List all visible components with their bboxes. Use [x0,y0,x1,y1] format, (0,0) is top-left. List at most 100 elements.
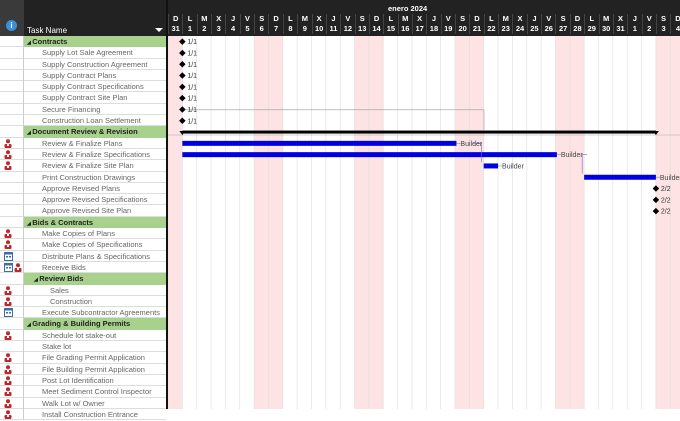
task-row[interactable]: Secure Financing [0,103,166,116]
summary-task-row[interactable]: ◢ Review Bids [0,273,166,285]
task-row[interactable]: Make Copies of Specifications [0,239,166,251]
resource-person-icon[interactable] [4,387,12,397]
task-bar[interactable] [483,163,499,169]
task-row[interactable]: File Grading Permit Application [0,352,166,364]
resource-person-icon[interactable] [4,353,12,363]
task-row[interactable]: Meet Sediment Control Inspector [0,386,166,398]
task-name-cell[interactable]: ◢ Document Review & Revision [24,126,166,138]
calendar-icon[interactable] [4,251,13,261]
task-name-cell[interactable]: ◢ Contracts [24,36,166,48]
task-name-cell[interactable]: Execute Subcontractor Agreements [24,307,166,318]
task-name-cell[interactable]: Install Construction Entrance [24,409,166,420]
summary-bar[interactable] [182,130,656,134]
task-name-cell[interactable]: Stake lot [24,341,166,352]
task-name-column-header[interactable]: Task Name [27,26,67,35]
resource-person-icon[interactable] [4,376,12,385]
task-name-cell[interactable]: Secure Financing [24,104,166,115]
resource-person-icon[interactable] [4,410,12,419]
task-row[interactable]: Supply Contract Site Plan [0,92,166,104]
milestone-date-label[interactable]: 2/2 [661,186,671,193]
task-name-cell[interactable]: ◢ Bids & Contracts [24,216,166,229]
task-name-cell[interactable]: Review & Finalize Site Plan [24,160,166,171]
milestone-date-label[interactable]: 1/1 [187,39,197,46]
task-row[interactable]: Approve Revised Site Plan [0,205,166,217]
task-name-cell[interactable]: Supply Contract Site Plan [24,92,166,103]
task-row[interactable]: Supply Contract Specifications [0,81,166,93]
task-row[interactable]: Construction Loan Settlement [0,115,166,127]
milestone-date-label[interactable]: 1/1 [187,62,197,69]
task-name-cell[interactable]: Schedule lot stake-out [24,330,166,341]
task-bar[interactable] [584,174,656,180]
calendar-icon[interactable] [4,308,13,318]
task-row[interactable]: Sales [0,284,166,296]
milestone-date-label[interactable]: 1/1 [187,73,197,80]
resource-person-icon[interactable] [14,263,22,272]
resource-person-icon[interactable] [4,150,12,159]
info-icon[interactable]: i [6,20,17,31]
task-row[interactable]: Review & Finalize Plans [0,137,166,149]
task-name-cell[interactable]: Make Copies of Plans [24,228,166,239]
task-row[interactable]: Walk Lot w/ Owner [0,397,166,409]
task-name-cell[interactable]: Approve Revised Site Plan [24,205,166,216]
task-row[interactable]: Post Lot Identification [0,374,166,387]
task-row[interactable]: Supply Contract Plans [0,69,166,82]
task-name-cell[interactable]: Supply Construction Agreement [24,59,166,70]
calendar-icon[interactable] [4,262,13,272]
task-row[interactable]: Construction [0,295,166,308]
task-name-cell[interactable]: Make Copies of Specifications [24,239,166,250]
task-row[interactable]: Approve Revised Specifications [0,194,166,206]
resource-person-icon[interactable] [4,161,12,171]
task-name-cell[interactable]: Walk Lot w/ Owner [24,398,166,409]
task-row[interactable]: Supply Construction Agreement [0,58,166,70]
task-name-cell[interactable]: Construction Loan Settlement [24,115,166,126]
task-name-cell[interactable]: Receive Bids [24,262,166,273]
resource-person-icon[interactable] [4,398,12,408]
task-name-cell[interactable]: Print Construction Drawings [24,172,166,183]
task-name-cell[interactable]: Approve Revised Plans [24,183,166,194]
task-name-cell[interactable]: Supply Lot Sale Agreement [24,47,166,58]
task-name-cell[interactable]: Review & Finalize Plans [24,138,166,149]
milestone-date-label[interactable]: 1/1 [187,50,197,57]
task-name-cell[interactable]: ◢ Review Bids [24,273,166,285]
task-row[interactable]: Review & Finalize Site Plan [0,160,166,172]
resource-person-icon[interactable] [4,331,12,340]
task-bar[interactable] [182,140,457,146]
task-name-cell[interactable]: Supply Contract Plans [24,70,166,81]
summary-task-row[interactable]: ◢ Grading & Building Permits [0,318,166,330]
resource-person-icon[interactable] [4,229,12,239]
task-bar[interactable] [182,152,557,158]
task-row[interactable]: File Building Permit Application [0,363,166,375]
task-name-cell[interactable]: Meet Sediment Control Inspector [24,386,166,397]
milestone-date-label[interactable]: 1/1 [187,84,197,91]
task-name-cell[interactable]: Review & Finalize Specifications [24,149,166,160]
task-row[interactable]: Print Construction Drawings [0,171,166,183]
resource-person-icon[interactable] [4,240,12,250]
task-row[interactable]: Review & Finalize Specifications [0,148,166,161]
milestone-date-label[interactable]: 1/1 [187,96,197,103]
task-name-cell[interactable]: Distribute Plans & Specifications [24,251,166,262]
task-name-cell[interactable]: Approve Revised Specifications [24,194,166,205]
task-row[interactable]: Schedule lot stake-out [0,329,166,342]
task-name-cell[interactable]: Supply Contract Specifications [24,81,166,92]
task-row[interactable]: Stake lot [0,341,166,353]
task-name-cell[interactable]: Construction [24,296,166,307]
task-name-cell[interactable]: Sales [24,285,166,296]
milestone-date-label[interactable]: 2/2 [661,209,671,216]
task-name-cell[interactable]: File Grading Permit Application [24,352,166,363]
milestone-date-label[interactable]: 1/1 [187,118,197,125]
resource-person-icon[interactable] [4,364,12,374]
task-row[interactable]: Make Copies of Plans [0,228,166,240]
summary-task-row[interactable]: ◢ Bids & Contracts [0,216,166,229]
task-row[interactable]: Execute Subcontractor Agreements [0,307,166,319]
resource-person-icon[interactable] [4,138,12,148]
task-name-cell[interactable]: Post Lot Identification [24,375,166,386]
task-row[interactable]: Receive Bids [0,261,166,274]
resource-person-icon[interactable] [4,297,12,306]
task-row[interactable]: Supply Lot Sale Agreement [0,47,166,59]
summary-task-row[interactable]: ◢ Document Review & Revision [0,126,166,138]
task-row[interactable]: Distribute Plans & Specifications [0,250,166,262]
column-menu-chevron-down-icon[interactable] [155,28,163,32]
task-name-cell[interactable]: ◢ Grading & Building Permits [24,318,166,330]
task-row[interactable]: Install Construction Entrance [0,408,166,421]
task-row[interactable]: Approve Revised Plans [0,182,166,195]
